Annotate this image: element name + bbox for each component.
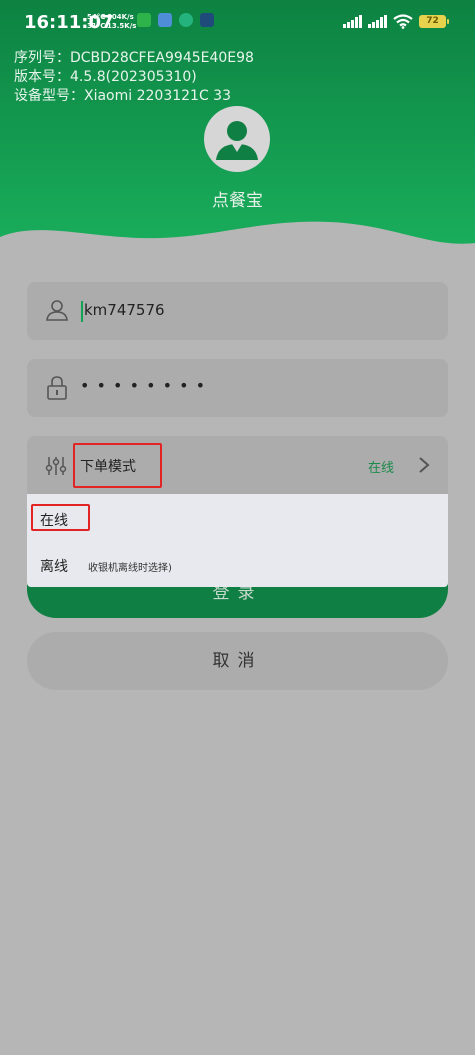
password-input[interactable]: • • • • • • • • xyxy=(80,376,206,395)
highlight-box-online-option xyxy=(31,504,90,531)
text-cursor xyxy=(81,301,83,322)
shield-icon xyxy=(179,13,193,27)
device-info: 序列号：DCBD28CFEA9945E40E98 版本号：4.5.8(20230… xyxy=(14,49,254,106)
order-mode-dropdown: 在线 离线 收银机离线时选择) xyxy=(27,494,448,587)
sliders-icon xyxy=(45,457,67,475)
username-field[interactable]: km747576 xyxy=(27,282,448,340)
highlight-box-mode-label xyxy=(73,443,162,488)
battery-indicator: 72 xyxy=(419,15,449,28)
status-temps: 54°C 31°C xyxy=(87,13,106,30)
device-model: 设备型号：Xiaomi 2203121C 33 xyxy=(14,88,231,104)
wifi-icon xyxy=(393,14,413,29)
status-speeds: 604K/s 13.5K/s xyxy=(107,13,137,30)
lock-icon xyxy=(47,376,67,400)
cancel-button[interactable]: 取消 xyxy=(27,632,448,690)
signal-2-icon xyxy=(368,15,387,28)
app-name: 点餐宝 xyxy=(212,191,263,211)
status-bar: 16:11:07 54°C 31°C 604K/s 13.5K/s 72 xyxy=(0,0,475,42)
avatar xyxy=(204,106,270,172)
password-field[interactable]: • • • • • • • • xyxy=(27,359,448,417)
wechat-icon xyxy=(137,13,151,27)
user-avatar-icon xyxy=(216,121,258,160)
user-icon xyxy=(46,300,68,321)
username-input[interactable]: km747576 xyxy=(84,301,165,319)
serial-number: 序列号：DCBD28CFEA9945E40E98 xyxy=(14,50,254,66)
option-offline-note: 收银机离线时选择) xyxy=(88,563,172,574)
chevron-right-icon xyxy=(419,457,430,473)
app-store-icon xyxy=(200,13,214,27)
app-notification-icon xyxy=(158,13,172,27)
header-banner: 16:11:07 54°C 31°C 604K/s 13.5K/s 72 序列号… xyxy=(0,0,475,260)
option-offline[interactable]: 离线 xyxy=(40,556,68,576)
version-number: 版本号：4.5.8(202305310) xyxy=(14,69,197,85)
order-mode-value: 在线 xyxy=(367,461,394,476)
signal-1-icon xyxy=(343,15,362,28)
